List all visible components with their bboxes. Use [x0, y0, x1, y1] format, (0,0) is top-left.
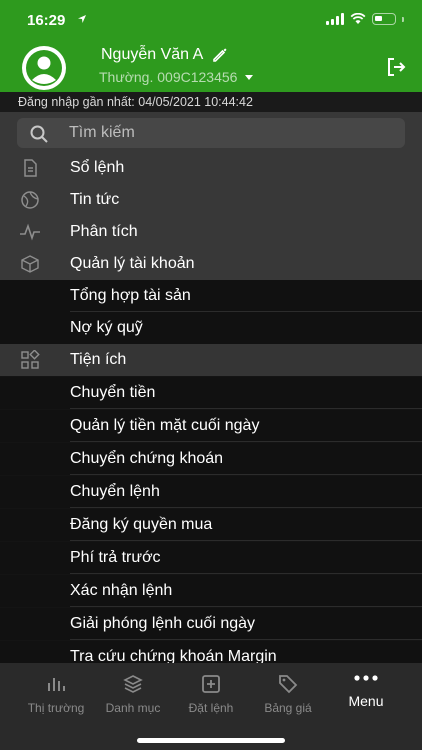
menu-item-tin-tuc[interactable]: Tin tức	[0, 184, 422, 216]
user-name: Nguyễn Văn A	[101, 46, 229, 64]
app-header: 16:29 Nguyễn Văn A Thường. 009C123456	[0, 0, 422, 92]
submenu-item-label: Quản lý tiền mặt cuối ngày	[70, 417, 260, 434]
account-number: Thường. 009C123456	[99, 69, 238, 85]
menu-item-quan-ly-tai-khoan[interactable]: Quản lý tài khoản	[0, 248, 422, 280]
submenu-item-label: Chuyển tiền	[70, 384, 156, 401]
tab-danh-muc[interactable]: Danh mục	[93, 673, 173, 715]
plus-square-icon	[202, 675, 220, 693]
submenu-item-label: Giải phóng lệnh cuối ngày	[70, 615, 256, 632]
divider	[70, 507, 422, 508]
box-icon	[21, 255, 39, 273]
submenu-item-no-ky-quy[interactable]: Nợ ký quỹ	[0, 312, 422, 344]
menu-item-label: Quản lý tài khoản	[70, 255, 195, 272]
search-placeholder: Tìm kiếm	[69, 124, 135, 141]
search-input[interactable]: Tìm kiếm	[17, 118, 405, 148]
submenu-item-label: Đăng ký quyền mua	[70, 516, 213, 533]
search-icon	[30, 125, 48, 143]
tab-label: Đặt lệnh	[188, 701, 234, 715]
submenu-item-xac-nhan-lenh[interactable]: Xác nhận lệnh	[0, 575, 422, 607]
bar-chart-icon	[48, 678, 65, 691]
layers-icon	[123, 675, 143, 693]
submenu-item-giai-phong-lenh[interactable]: Giải phóng lệnh cuối ngày	[0, 608, 422, 640]
tab-dat-lenh[interactable]: Đặt lệnh	[171, 673, 251, 715]
submenu-item-label: Phí trả trước	[70, 549, 161, 566]
menu-item-label: Tiện ích	[70, 351, 127, 368]
cellular-signal-icon	[326, 13, 344, 25]
submenu-item-chuyen-tien[interactable]: Chuyển tiền	[0, 377, 422, 409]
battery-nub	[402, 16, 404, 22]
home-indicator	[137, 738, 285, 743]
news-globe-icon	[21, 191, 39, 209]
menu-item-label: Tin tức	[70, 191, 120, 208]
document-icon	[24, 159, 37, 177]
status-bar: 16:29	[0, 0, 422, 42]
avatar[interactable]	[22, 46, 66, 90]
more-dots-icon	[354, 675, 378, 681]
pencil-edit-icon[interactable]	[211, 46, 229, 64]
account-selector[interactable]: Thường. 009C123456	[99, 69, 254, 85]
grid-apps-icon	[21, 350, 40, 369]
divider	[70, 606, 422, 607]
submenu-item-label: Tổng hợp tài sản	[70, 287, 191, 304]
submenu-item-chuyen-lenh[interactable]: Chuyển lệnh	[0, 476, 422, 508]
menu-item-label: Sổ lệnh	[70, 159, 125, 176]
submenu-item-label: Chuyển chứng khoán	[70, 450, 224, 467]
tab-menu[interactable]: Menu	[326, 673, 406, 709]
location-arrow-icon	[77, 13, 87, 27]
tab-bang-gia[interactable]: Bảng giá	[248, 673, 328, 715]
tag-icon	[279, 675, 298, 694]
menu-item-phan-tich[interactable]: Phân tích	[0, 216, 422, 248]
submenu-item-label: Nợ ký quỹ	[70, 319, 143, 336]
user-name-text: Nguyễn Văn A	[101, 46, 204, 63]
submenu-item-chuyen-chung-khoan[interactable]: Chuyển chứng khoán	[0, 443, 422, 475]
status-time: 16:29	[27, 12, 66, 29]
status-indicators	[326, 13, 404, 25]
divider	[70, 474, 422, 475]
menu-item-so-lenh[interactable]: Sổ lệnh	[0, 152, 422, 184]
divider	[70, 441, 422, 442]
battery-icon	[372, 13, 396, 25]
tab-label: Thị trường	[27, 701, 85, 715]
divider	[70, 639, 422, 640]
menu-item-label: Phân tích	[70, 223, 138, 240]
divider	[70, 573, 422, 574]
logout-icon[interactable]	[384, 55, 408, 79]
wifi-icon	[350, 13, 366, 24]
user-avatar-icon	[26, 50, 62, 86]
menu-item-tien-ich[interactable]: Tiện ích	[0, 344, 422, 376]
tab-label: Danh mục	[105, 701, 161, 715]
divider	[70, 408, 422, 409]
tab-label: Menu	[348, 693, 384, 709]
submenu-item-phi-tra-truoc[interactable]: Phí trả trước	[0, 542, 422, 574]
submenu-item-quan-ly-tien-mat[interactable]: Quản lý tiền mặt cuối ngày	[0, 410, 422, 442]
submenu-item-tong-hop-tai-san[interactable]: Tổng hợp tài sản	[0, 280, 422, 312]
chevron-down-icon	[245, 74, 254, 80]
pulse-icon	[20, 223, 40, 241]
divider	[70, 540, 422, 541]
tab-label: Bảng giá	[264, 701, 312, 715]
submenu-item-label: Xác nhận lệnh	[70, 582, 173, 599]
submenu-item-label: Chuyển lệnh	[70, 483, 160, 500]
bottom-navigation: Thị trường Danh mục Đặt lệnh Bảng giá Me…	[0, 663, 422, 750]
last-login-info: Đăng nhập gần nhất: 04/05/2021 10:44:42	[0, 92, 422, 112]
tab-thi-truong[interactable]: Thị trường	[16, 673, 96, 715]
submenu-item-dang-ky-quyen-mua[interactable]: Đăng ký quyền mua	[0, 509, 422, 541]
